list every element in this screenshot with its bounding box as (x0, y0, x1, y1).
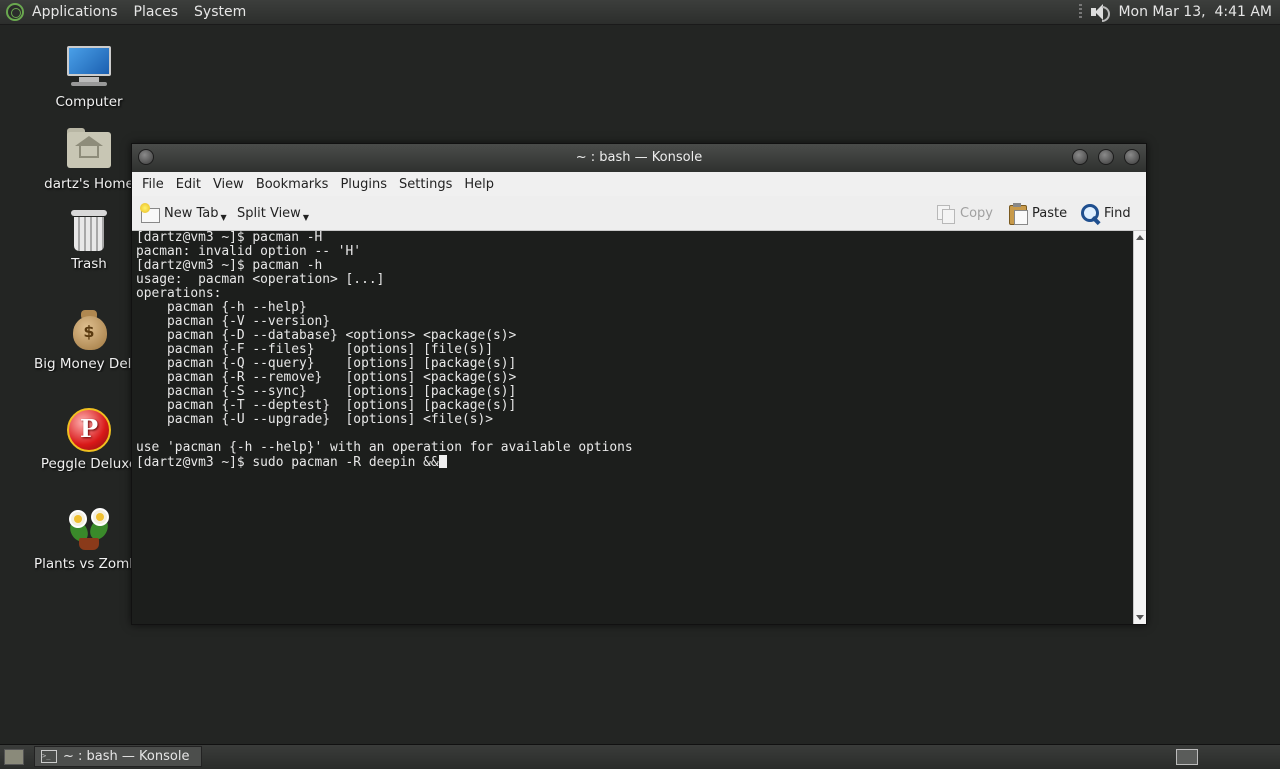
bottom-panel: >_ ~ : bash — Konsole (0, 744, 1280, 769)
terminal-icon: >_ (41, 750, 57, 763)
maximize-icon[interactable] (1098, 149, 1114, 165)
terminal-output: [dartz@vm3 ~]$ pacman -H pacman: invalid… (132, 231, 1134, 455)
terminal-line: use 'pacman {-h --help}' with an operati… (136, 440, 633, 455)
menu-file[interactable]: File (142, 177, 164, 192)
terminal-line: pacman {-T --deptest} [options] [package… (136, 398, 517, 413)
window-menu-icon[interactable] (138, 149, 154, 165)
terminal-line: operations: (136, 286, 222, 301)
plants-icon (65, 508, 113, 552)
paste-icon (1008, 203, 1028, 225)
terminal-line: pacman {-U --upgrade} [options] <file(s)… (136, 412, 493, 427)
volume-icon[interactable] (1090, 3, 1111, 22)
desktop-icon-computer[interactable]: Computer (34, 46, 144, 110)
terminal-line: pacman {-V --version} (136, 314, 331, 329)
terminal-view[interactable]: [dartz@vm3 ~]$ pacman -H pacman: invalid… (132, 231, 1134, 624)
clock[interactable]: Mon Mar 13, 4:41 AM (1118, 4, 1272, 20)
terminal-line: pacman {-R --remove} [options] <package(… (136, 370, 517, 385)
toolbar: New Tab ▼ Split View ▼ Copy Paste Find (132, 196, 1146, 231)
new-tab-icon (140, 203, 160, 223)
terminal-line: [dartz@vm3 ~]$ pacman -h (136, 258, 323, 273)
copy-button[interactable]: Copy (936, 196, 993, 230)
desktop-icon-trash[interactable]: Trash (34, 208, 144, 272)
scroll-down-icon[interactable] (1136, 615, 1144, 620)
terminal-line: pacman {-h --help} (136, 300, 307, 315)
panel-tray: Mon Mar 13, 4:41 AM (1079, 0, 1272, 24)
minimize-icon[interactable] (1072, 149, 1088, 165)
panel-grip-icon[interactable] (1079, 4, 1083, 20)
system-menu[interactable]: System (194, 4, 246, 20)
menu-edit[interactable]: Edit (176, 177, 201, 192)
split-view-dropdown-icon[interactable]: ▼ (303, 213, 309, 222)
terminal-line: pacman {-S --sync} [options] [package(s)… (136, 384, 517, 399)
desktop-icon-peggle[interactable]: P Peggle Deluxe (34, 408, 144, 472)
find-button[interactable]: Find (1080, 196, 1131, 230)
terminal-line: [dartz@vm3 ~]$ pacman -H (136, 231, 323, 245)
scroll-up-icon[interactable] (1136, 235, 1144, 240)
konsole-window: ~ : bash — Konsole File Edit View Bookma… (131, 143, 1147, 625)
desktop-icon-label: Big Money Deluxe (34, 356, 144, 372)
desktop-icon-plants-vs-zombies[interactable]: Plants vs Zombies (34, 508, 144, 572)
close-icon[interactable] (1124, 149, 1140, 165)
copy-label: Copy (960, 205, 993, 221)
terminal-line: pacman {-D --database} <options> <packag… (136, 328, 517, 343)
taskbar-item-label: ~ : bash — Konsole (63, 749, 190, 764)
desktop-icon-label: Trash (71, 256, 107, 272)
terminal-line: usage: pacman <operation> [...] (136, 272, 385, 287)
menu-help[interactable]: Help (464, 177, 494, 192)
prompt-text: [dartz@vm3 ~]$ sudo pacman -R deepin && (136, 455, 439, 470)
desktop-icon-big-money[interactable]: $ Big Money Deluxe (34, 308, 144, 372)
menu-plugins[interactable]: Plugins (340, 177, 387, 192)
terminal-line: pacman {-F --files} [options] [file(s)] (136, 342, 493, 357)
computer-icon (65, 46, 113, 90)
terminal-scrollbar[interactable] (1133, 231, 1146, 624)
new-tab-dropdown-icon[interactable]: ▼ (221, 213, 227, 222)
desktop-icon-label: Peggle Deluxe (40, 456, 138, 472)
text-cursor (438, 455, 447, 468)
show-desktop-icon[interactable] (4, 749, 24, 765)
peggle-icon: P (65, 408, 113, 452)
top-panel: Applications Places System Mon Mar 13, 4… (0, 0, 1280, 25)
places-menu[interactable]: Places (134, 4, 179, 20)
workspace-switcher-icon[interactable] (1176, 749, 1198, 765)
terminal-line: pacman {-Q --query} [options] [package(s… (136, 356, 517, 371)
menu-bookmarks[interactable]: Bookmarks (256, 177, 329, 192)
window-titlebar[interactable]: ~ : bash — Konsole (132, 144, 1146, 172)
paste-button[interactable]: Paste (1008, 196, 1067, 230)
panel-menus: Applications Places System (6, 0, 262, 24)
copy-icon (936, 203, 956, 224)
trash-icon (65, 208, 113, 252)
paste-label: Paste (1032, 205, 1068, 221)
desktop-icon-home[interactable]: dartz's Home (34, 128, 144, 192)
new-tab-label: New Tab (164, 205, 219, 221)
home-folder-icon (65, 128, 113, 172)
applications-menu[interactable]: Applications (32, 4, 118, 20)
split-view-label: Split View (237, 205, 301, 221)
desktop-icon-label: dartz's Home (44, 176, 134, 192)
desktop-icon-label: Plants vs Zombies (34, 556, 144, 572)
window-title: ~ : bash — Konsole (575, 150, 703, 165)
split-view-button[interactable]: Split View ▼ (237, 196, 309, 230)
menubar: File Edit View Bookmarks Plugins Setting… (132, 172, 1146, 196)
find-label: Find (1104, 205, 1131, 221)
menu-view[interactable]: View (213, 177, 244, 192)
taskbar-item-konsole[interactable]: >_ ~ : bash — Konsole (34, 746, 202, 767)
new-tab-button[interactable]: New Tab ▼ (140, 196, 227, 230)
desktop-icon-label: Computer (55, 94, 123, 110)
search-icon (1080, 203, 1101, 226)
terminal-line: pacman: invalid option -- 'H' (136, 244, 362, 259)
menu-settings[interactable]: Settings (399, 177, 452, 192)
money-bag-icon: $ (65, 308, 113, 352)
terminal-prompt-line[interactable]: [dartz@vm3 ~]$ sudo pacman -R deepin && (132, 455, 1134, 470)
distro-logo-icon[interactable] (6, 3, 24, 21)
